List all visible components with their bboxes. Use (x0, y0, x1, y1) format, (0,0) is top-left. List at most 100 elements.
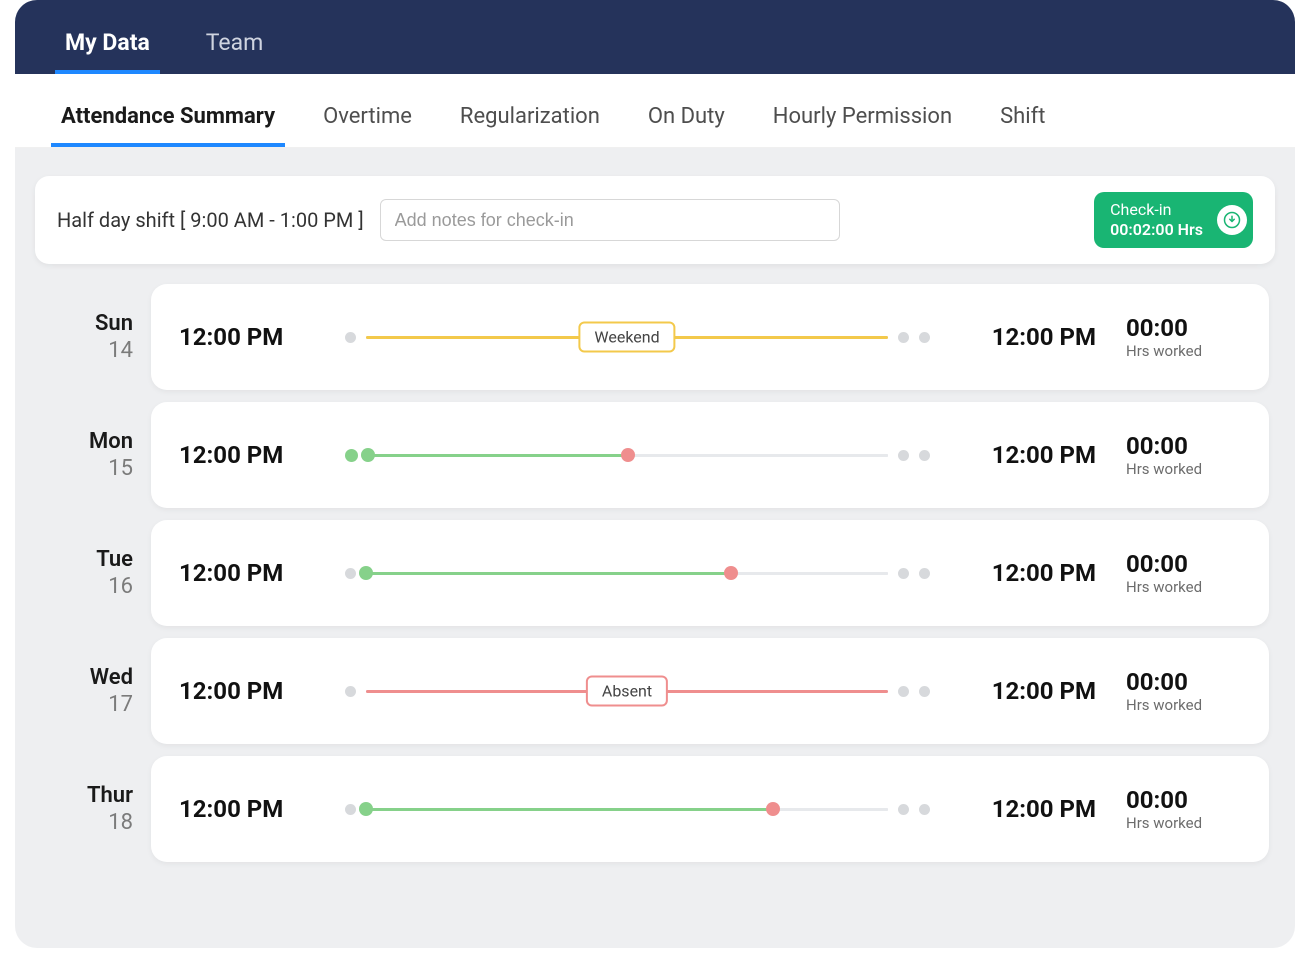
day-number: 17 (108, 692, 133, 717)
day-timeline (329, 568, 946, 579)
day-header: Mon15 (41, 402, 151, 508)
day-end-time: 12:00 PM (946, 677, 1096, 705)
timeline-end-knob (724, 566, 738, 580)
timeline-lead-dot (345, 568, 356, 579)
day-name: Sun (95, 311, 133, 336)
day-card[interactable]: 12:00 PM 12:00 PM 00:00Hrs worked (151, 756, 1269, 862)
day-timeline: Weekend (329, 332, 946, 343)
timeline-track (368, 454, 888, 457)
checkin-notes-input[interactable] (380, 199, 840, 241)
day-start-time: 12:00 PM (179, 559, 329, 587)
subnav-tab-hourly-permission[interactable]: Hourly Permission (767, 82, 958, 147)
timeline-end-dot (919, 568, 930, 579)
timeline-tag: Absent (586, 676, 668, 707)
primary-tab-team[interactable]: Team (196, 7, 274, 74)
timeline-lead-dot (345, 804, 356, 815)
subnav-tab-attendance-summary[interactable]: Attendance Summary (55, 82, 281, 147)
timeline-end-dot (919, 804, 930, 815)
day-start-time: 12:00 PM (179, 795, 329, 823)
day-start-time: 12:00 PM (179, 323, 329, 351)
timeline-track: Absent (366, 690, 888, 693)
day-row: Sun14 12:00 PM Weekend 12:00 PM 00:00Hrs wor… (41, 284, 1269, 390)
timeline-start-knob (359, 566, 373, 580)
checkin-play-icon (1217, 205, 1247, 235)
shift-label: Half day shift [ 9:00 AM - 1:00 PM ] (57, 208, 364, 232)
hours-value: 00:00 (1126, 786, 1241, 814)
day-card[interactable]: 12:00 PM Weekend 12:00 PM 00:00Hrs worked (151, 284, 1269, 390)
timeline-start-knob (361, 448, 375, 462)
timeline-end-dot (898, 450, 909, 461)
timeline-end-dot (898, 568, 909, 579)
day-row: Thur18 12:00 PM 12:00 PM 00:00Hrs worked (41, 756, 1269, 862)
timeline-end-dot (898, 804, 909, 815)
hours-value: 00:00 (1126, 550, 1241, 578)
day-end-time: 12:00 PM (946, 441, 1096, 469)
day-number: 16 (108, 574, 133, 599)
hours-label: Hrs worked (1126, 460, 1241, 478)
day-card[interactable]: 12:00 PM 12:00 PM 00:00Hrs worked (151, 520, 1269, 626)
hours-value: 00:00 (1126, 432, 1241, 460)
day-name: Wed (90, 665, 133, 690)
day-timeline: Absent (329, 686, 946, 697)
day-end-time: 12:00 PM (946, 795, 1096, 823)
timeline-lead-dot (345, 686, 356, 697)
timeline-end-dot (898, 332, 909, 343)
timeline-end-knob (766, 802, 780, 816)
hours-label: Hrs worked (1126, 696, 1241, 714)
day-header: Thur18 (41, 756, 151, 862)
hours-worked: 00:00Hrs worked (1126, 550, 1241, 596)
day-timeline (329, 804, 946, 815)
timeline-end-knob (621, 448, 635, 462)
primary-nav: My Data Team (15, 0, 1295, 74)
secondary-nav: Attendance Summary Overtime Regularization… (15, 74, 1295, 148)
hours-worked: 00:00Hrs worked (1126, 314, 1241, 360)
day-card[interactable]: 12:00 PM 12:00 PM 00:00Hrs worked (151, 402, 1269, 508)
subnav-tab-shift[interactable]: Shift (994, 82, 1051, 147)
timeline-lead-dot (345, 332, 356, 343)
day-row: Tue16 12:00 PM 12:00 PM 00:00Hrs worked (41, 520, 1269, 626)
day-start-time: 12:00 PM (179, 677, 329, 705)
day-end-time: 12:00 PM (946, 559, 1096, 587)
day-name: Tue (96, 547, 133, 572)
day-row: Mon15 12:00 PM 12:00 PM 00:00Hrs worked (41, 402, 1269, 508)
timeline-end-dot (919, 450, 930, 461)
day-number: 15 (108, 456, 133, 481)
day-header: Tue16 (41, 520, 151, 626)
day-name: Thur (87, 783, 133, 808)
day-number: 18 (108, 810, 133, 835)
day-end-time: 12:00 PM (946, 323, 1096, 351)
timeline-end-dot (919, 686, 930, 697)
timeline-track (366, 808, 888, 811)
timeline-lead-dot (345, 449, 358, 462)
day-row: Wed17 12:00 PM Absent 12:00 PM 00:00Hrs work… (41, 638, 1269, 744)
hours-worked: 00:00Hrs worked (1126, 432, 1241, 478)
day-header: Sun14 (41, 284, 151, 390)
day-card[interactable]: 12:00 PM Absent 12:00 PM 00:00Hrs worked (151, 638, 1269, 744)
timeline-end-dot (898, 686, 909, 697)
checkin-bar: Half day shift [ 9:00 AM - 1:00 PM ] Che… (35, 176, 1275, 264)
timeline-track (366, 572, 888, 575)
hours-value: 00:00 (1126, 314, 1241, 342)
checkin-timer: 00:02:00 Hrs (1110, 220, 1203, 240)
timeline-end-dot (919, 332, 930, 343)
timeline-start-knob (359, 802, 373, 816)
hours-label: Hrs worked (1126, 578, 1241, 596)
subnav-tab-overtime[interactable]: Overtime (317, 82, 418, 147)
day-number: 14 (108, 338, 133, 363)
day-start-time: 12:00 PM (179, 441, 329, 469)
checkin-label: Check-in (1110, 200, 1203, 220)
hours-label: Hrs worked (1126, 814, 1241, 832)
timeline-track: Weekend (366, 336, 888, 339)
hours-label: Hrs worked (1126, 342, 1241, 360)
subnav-tab-on-duty[interactable]: On Duty (642, 82, 731, 147)
hours-worked: 00:00Hrs worked (1126, 786, 1241, 832)
subnav-tab-regularization[interactable]: Regularization (454, 82, 606, 147)
hours-value: 00:00 (1126, 668, 1241, 696)
timeline-tag: Weekend (578, 322, 675, 353)
day-header: Wed17 (41, 638, 151, 744)
primary-tab-my-data[interactable]: My Data (55, 7, 160, 74)
day-timeline (329, 449, 946, 462)
checkin-button[interactable]: Check-in 00:02:00 Hrs (1094, 192, 1253, 248)
day-name: Mon (89, 429, 133, 454)
hours-worked: 00:00Hrs worked (1126, 668, 1241, 714)
